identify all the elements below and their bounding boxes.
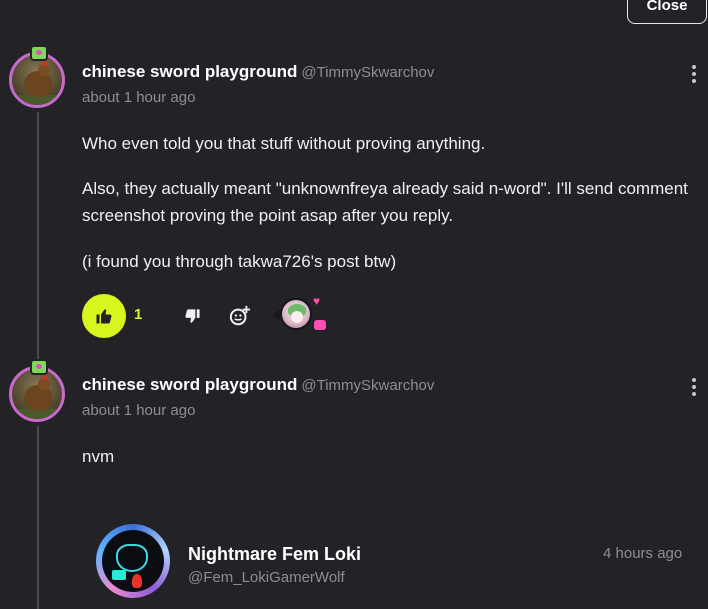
comment-timestamp: about 1 hour ago: [82, 402, 196, 419]
more-options-icon[interactable]: [691, 378, 697, 396]
thread-line: [37, 112, 39, 362]
author-handle[interactable]: @TimmySkwarchov: [301, 64, 434, 81]
author-name[interactable]: chinese sword playground: [82, 62, 297, 81]
dislike-button[interactable]: [182, 306, 202, 326]
badge-icon: [30, 45, 48, 61]
author-handle[interactable]: @TimmySkwarchov: [301, 377, 434, 394]
heart-icon: ♥: [313, 294, 321, 308]
thumbs-up-icon: [96, 309, 112, 324]
chat-bubble-icon: [314, 320, 326, 330]
author-name[interactable]: chinese sword playground: [82, 375, 297, 394]
comment-author[interactable]: chinese sword playground @TimmySkwarchov: [82, 375, 434, 395]
avatar[interactable]: [96, 524, 170, 598]
add-emoji-icon: [229, 305, 251, 326]
reply-author-name[interactable]: Nightmare Fem Loki: [188, 544, 361, 565]
close-button[interactable]: Close: [627, 0, 707, 24]
thread-line: [37, 426, 39, 609]
like-button[interactable]: [82, 294, 126, 338]
more-options-icon[interactable]: [691, 65, 697, 83]
thumbs-down-icon: [184, 308, 200, 323]
badge-icon: [30, 359, 48, 375]
comment-author[interactable]: chinese sword playground @TimmySkwarchov: [82, 62, 434, 82]
reply-timestamp: 4 hours ago: [603, 545, 683, 562]
reactor-avatar[interactable]: [280, 298, 312, 330]
like-count: 1: [134, 306, 143, 323]
add-reaction-button[interactable]: [228, 304, 252, 328]
comment-timestamp: about 1 hour ago: [82, 89, 196, 106]
comment-paragraph: (i found you through takwa726's post btw…: [82, 252, 397, 271]
comment-paragraph: Also, they actually meant "unknownfreya …: [82, 179, 688, 225]
comment-paragraph: nvm: [82, 447, 115, 466]
reactor-pointer: [272, 309, 280, 321]
reply-preview[interactable]: Nightmare Fem Loki @Fem_LokiGamerWolf 4 …: [96, 524, 708, 609]
comment-paragraph: Who even told you that stuff without pro…: [82, 134, 486, 153]
reply-author-handle[interactable]: @Fem_LokiGamerWolf: [188, 569, 345, 586]
